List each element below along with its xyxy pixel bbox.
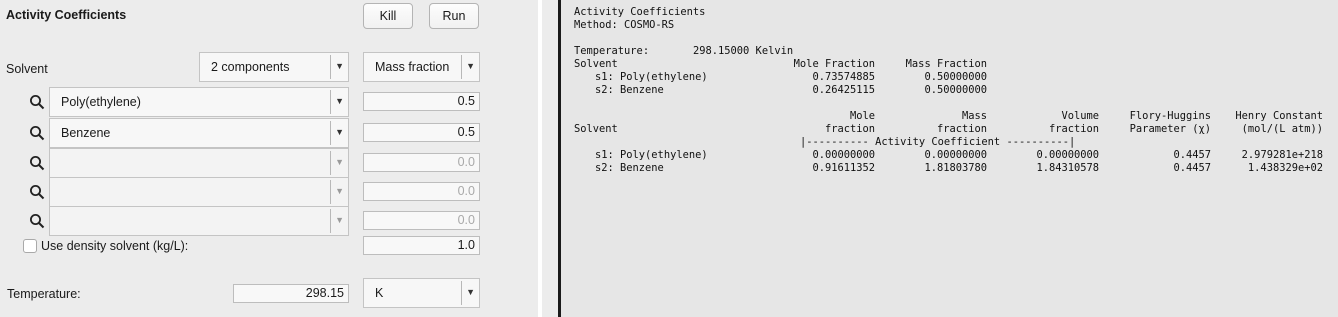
t1-row-mass: 0.50000000 xyxy=(924,71,987,83)
chevron-down-icon: ▼ xyxy=(335,96,344,106)
t2-row-mole: 0.00000000 xyxy=(812,149,875,161)
select-separator xyxy=(330,151,331,175)
t2-row-mass: 0.00000000 xyxy=(924,149,987,161)
t2-header-mole: Mole xyxy=(849,110,875,122)
density-input[interactable]: 1.0 xyxy=(363,236,480,255)
fraction-type-value: Mass fraction xyxy=(375,60,450,74)
t2-row-name: s2: Benzene xyxy=(595,162,664,174)
components-select[interactable]: 2 components ▼ xyxy=(199,52,349,82)
chevron-down-icon: ▼ xyxy=(335,157,344,167)
t2-header-mass: Mass xyxy=(961,110,987,122)
t2-row-flory: 0.4457 xyxy=(1173,149,1211,161)
settings-panel: Activity Coefficients Kill Run Solvent 2… xyxy=(0,0,538,317)
t2-row-name: s1: Poly(ethylene) xyxy=(595,149,708,161)
compound-fraction-input-2[interactable]: 0.5 xyxy=(363,123,480,142)
chevron-down-icon: ▼ xyxy=(466,61,475,71)
t2-row-mass: 1.81803780 xyxy=(924,162,987,174)
chevron-down-icon: ▼ xyxy=(335,127,344,137)
search-icon[interactable] xyxy=(29,125,45,141)
t2-header-henry: Henry Constant xyxy=(1235,110,1323,122)
select-separator xyxy=(461,281,462,305)
panel-gap xyxy=(542,0,558,317)
select-separator xyxy=(330,90,331,114)
temperature-input[interactable]: 298.15 xyxy=(233,284,349,303)
t2-header-mass-unit: fraction xyxy=(936,123,987,135)
compound-select-1[interactable]: Poly(ethylene) ▼ xyxy=(49,87,349,117)
results-output[interactable]: Activity Coefficients Method: COSMO-RS T… xyxy=(561,0,1338,317)
t2-header-flory-unit: Parameter (χ) xyxy=(1129,123,1211,135)
t2-row-flory: 0.4457 xyxy=(1173,162,1211,174)
temperature-unit-select[interactable]: K ▼ xyxy=(363,278,480,308)
panel-title: Activity Coefficients xyxy=(6,8,127,22)
t2-activity-band: |---------- Activity Coefficient -------… xyxy=(800,136,1076,148)
run-button[interactable]: Run xyxy=(429,3,479,29)
select-separator xyxy=(330,55,331,79)
t2-header-henry-unit: (mol/(L atm)) xyxy=(1241,123,1323,135)
search-icon[interactable] xyxy=(29,94,45,110)
t2-header-volume-unit: fraction xyxy=(1048,123,1099,135)
output-temp-label: Temperature: xyxy=(574,45,650,57)
select-separator xyxy=(330,121,331,145)
kill-button[interactable]: Kill xyxy=(363,3,413,29)
t1-row-mole: 0.73574885 xyxy=(812,71,875,83)
output-method: Method: COSMO-RS xyxy=(574,19,675,31)
chevron-down-icon: ▼ xyxy=(335,61,344,71)
t2-row-henry: 1.438329e+02 xyxy=(1247,162,1323,174)
search-icon[interactable] xyxy=(29,184,45,200)
compound-name: Benzene xyxy=(61,126,111,140)
t2-header-volume: Volume xyxy=(1061,110,1099,122)
search-icon[interactable] xyxy=(29,213,45,229)
density-checkbox[interactable] xyxy=(23,239,37,253)
output-title: Activity Coefficients xyxy=(574,6,706,18)
compound-select-4[interactable]: ▼ xyxy=(49,177,349,207)
solvent-label: Solvent xyxy=(6,62,48,76)
compound-select-2[interactable]: Benzene ▼ xyxy=(49,118,349,148)
fraction-type-select[interactable]: Mass fraction ▼ xyxy=(363,52,480,82)
components-select-value: 2 components xyxy=(211,60,290,74)
chevron-down-icon: ▼ xyxy=(466,287,475,297)
t1-header-mass: Mass Fraction xyxy=(905,58,987,70)
t2-header-flory: Flory-Huggins xyxy=(1129,110,1211,122)
compound-fraction-input-5[interactable]: 0.0 xyxy=(363,211,480,230)
t2-header-mole-unit: fraction xyxy=(824,123,875,135)
t1-row-name: s1: Poly(ethylene) xyxy=(595,71,708,83)
t2-row-volume: 0.00000000 xyxy=(1036,149,1099,161)
chevron-down-icon: ▼ xyxy=(335,186,344,196)
t2-row-henry: 2.979281e+218 xyxy=(1241,149,1323,161)
t1-row-mass: 0.50000000 xyxy=(924,84,987,96)
t2-row-mole: 0.91611352 xyxy=(812,162,875,174)
select-separator xyxy=(461,55,462,79)
t1-row-name: s2: Benzene xyxy=(595,84,664,96)
temperature-label: Temperature: xyxy=(7,287,81,301)
search-icon[interactable] xyxy=(29,155,45,171)
t1-header-mole: Mole Fraction xyxy=(793,58,875,70)
select-separator xyxy=(330,180,331,204)
t2-row-volume: 1.84310578 xyxy=(1036,162,1099,174)
compound-select-3[interactable]: ▼ xyxy=(49,148,349,178)
select-separator xyxy=(330,209,331,233)
t2-header-solvent: Solvent xyxy=(574,123,618,135)
density-checkbox-label: Use density solvent (kg/L): xyxy=(41,239,189,253)
temperature-unit-value: K xyxy=(375,286,384,300)
t1-header-solvent: Solvent xyxy=(574,58,618,70)
compound-name: Poly(ethylene) xyxy=(61,95,141,109)
compound-fraction-input-1[interactable]: 0.5 xyxy=(363,92,480,111)
compound-select-5[interactable]: ▼ xyxy=(49,206,349,236)
output-temp-value: 298.15000 Kelvin xyxy=(693,45,794,57)
chevron-down-icon: ▼ xyxy=(335,215,344,225)
t1-row-mole: 0.26425115 xyxy=(812,84,875,96)
compound-fraction-input-3[interactable]: 0.0 xyxy=(363,153,480,172)
compound-fraction-input-4[interactable]: 0.0 xyxy=(363,182,480,201)
